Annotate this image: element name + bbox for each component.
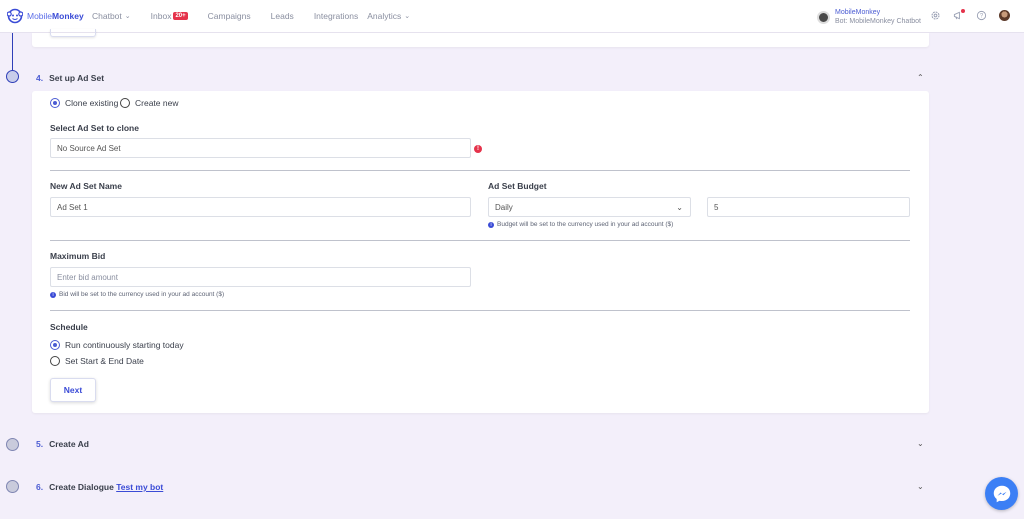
chevron-up-icon[interactable]: ⌃ [917, 73, 924, 82]
budget-type-select[interactable]: Daily ⌄ [488, 197, 691, 217]
step-progress-line [12, 33, 13, 75]
ad-set-budget-label: Ad Set Budget [488, 181, 547, 191]
logo[interactable]: MobileMonkey [7, 8, 87, 24]
source-ad-set-select[interactable]: No Source Ad Set [50, 138, 471, 158]
radio-unselected-icon [50, 356, 60, 366]
maximum-bid-input[interactable]: Enter bid amount [50, 267, 471, 287]
ad-set-name-input[interactable]: Ad Set 1 [50, 197, 471, 217]
radio-selected-icon [50, 98, 60, 108]
radio-selected-icon [50, 340, 60, 350]
messenger-chat-button[interactable] [985, 477, 1018, 510]
select-ad-set-label: Select Ad Set to clone [50, 123, 139, 133]
account-name: MobileMonkey [835, 9, 881, 16]
section-divider [50, 170, 910, 171]
step-4-indicator [6, 70, 19, 83]
nav-analytics[interactable]: Analytics ⌄ [367, 11, 410, 21]
step-5-indicator [6, 438, 19, 451]
chevron-down-icon: ⌄ [676, 203, 683, 212]
maximum-bid-label: Maximum Bid [50, 251, 106, 261]
clone-existing-radio[interactable]: Clone existing [50, 98, 118, 108]
section-divider [50, 310, 910, 311]
megaphone-icon[interactable] [953, 9, 965, 21]
inbox-count-badge: 20+ [173, 12, 188, 20]
schedule-label: Schedule [50, 322, 88, 332]
help-icon[interactable]: ? [976, 10, 987, 21]
nav-leads[interactable]: Leads [271, 11, 294, 21]
notification-dot [961, 9, 965, 13]
test-my-bot-link[interactable]: Test my bot [116, 482, 163, 492]
svg-text:?: ? [980, 14, 984, 20]
set-dates-radio[interactable]: Set Start & End Date [50, 356, 144, 366]
run-continuously-radio[interactable]: Run continuously starting today [50, 340, 184, 350]
ad-set-form-card: Clone existing Create new Select Ad Set … [32, 91, 929, 413]
logo-text: MobileMonkey [27, 11, 84, 21]
step-4-title[interactable]: 4. Set up Ad Set [36, 73, 104, 83]
step-6-indicator [6, 480, 19, 493]
ad-set-name-label: New Ad Set Name [50, 181, 122, 191]
previous-step-card [32, 29, 929, 47]
nav-inbox[interactable]: Inbox 20+ [151, 11, 188, 21]
nav-campaigns[interactable]: Campaigns [208, 11, 251, 21]
top-navigation-bar: MobileMonkey Chatbot ⌄ Inbox 20+ Campaigns… [0, 0, 1024, 33]
step-5-title[interactable]: 5. Create Ad [36, 439, 89, 449]
bot-avatar [817, 10, 830, 24]
step-6-title[interactable]: 6. Create Dialogue Test my bot [36, 482, 163, 492]
info-icon: i [488, 221, 494, 228]
section-divider [50, 240, 910, 241]
chevron-down-icon: ⌄ [404, 13, 411, 20]
error-icon: ! [474, 145, 482, 153]
bid-hint: i Bid will be set to the currency used in… [50, 291, 224, 298]
account-switcher[interactable]: MobileMonkey Bot: MobileMonkey Chatbot [817, 8, 921, 26]
gear-icon[interactable] [930, 10, 941, 21]
budget-hint: i Budget will be set to the currency used… [488, 221, 673, 228]
user-avatar[interactable] [999, 10, 1010, 21]
info-icon: i [50, 291, 56, 298]
nav-integrations[interactable]: Integrations [314, 11, 358, 21]
next-button[interactable]: Next [50, 378, 96, 402]
nav-chatbot[interactable]: Chatbot ⌄ [92, 11, 131, 21]
main-nav: Chatbot ⌄ Inbox 20+ Campaigns Leads Integr… [92, 11, 430, 21]
chevron-down-icon[interactable]: ⌄ [917, 439, 924, 448]
chevron-down-icon[interactable]: ⌄ [917, 482, 924, 491]
messenger-icon [993, 485, 1010, 502]
chevron-down-icon: ⌄ [124, 13, 131, 20]
budget-amount-input[interactable]: 5 [707, 197, 910, 217]
previous-step-button[interactable] [50, 29, 96, 37]
bot-name: Bot: MobileMonkey Chatbot [835, 18, 921, 25]
monkey-logo-icon [7, 8, 23, 24]
radio-unselected-icon [120, 98, 130, 108]
create-new-radio[interactable]: Create new [120, 98, 178, 108]
